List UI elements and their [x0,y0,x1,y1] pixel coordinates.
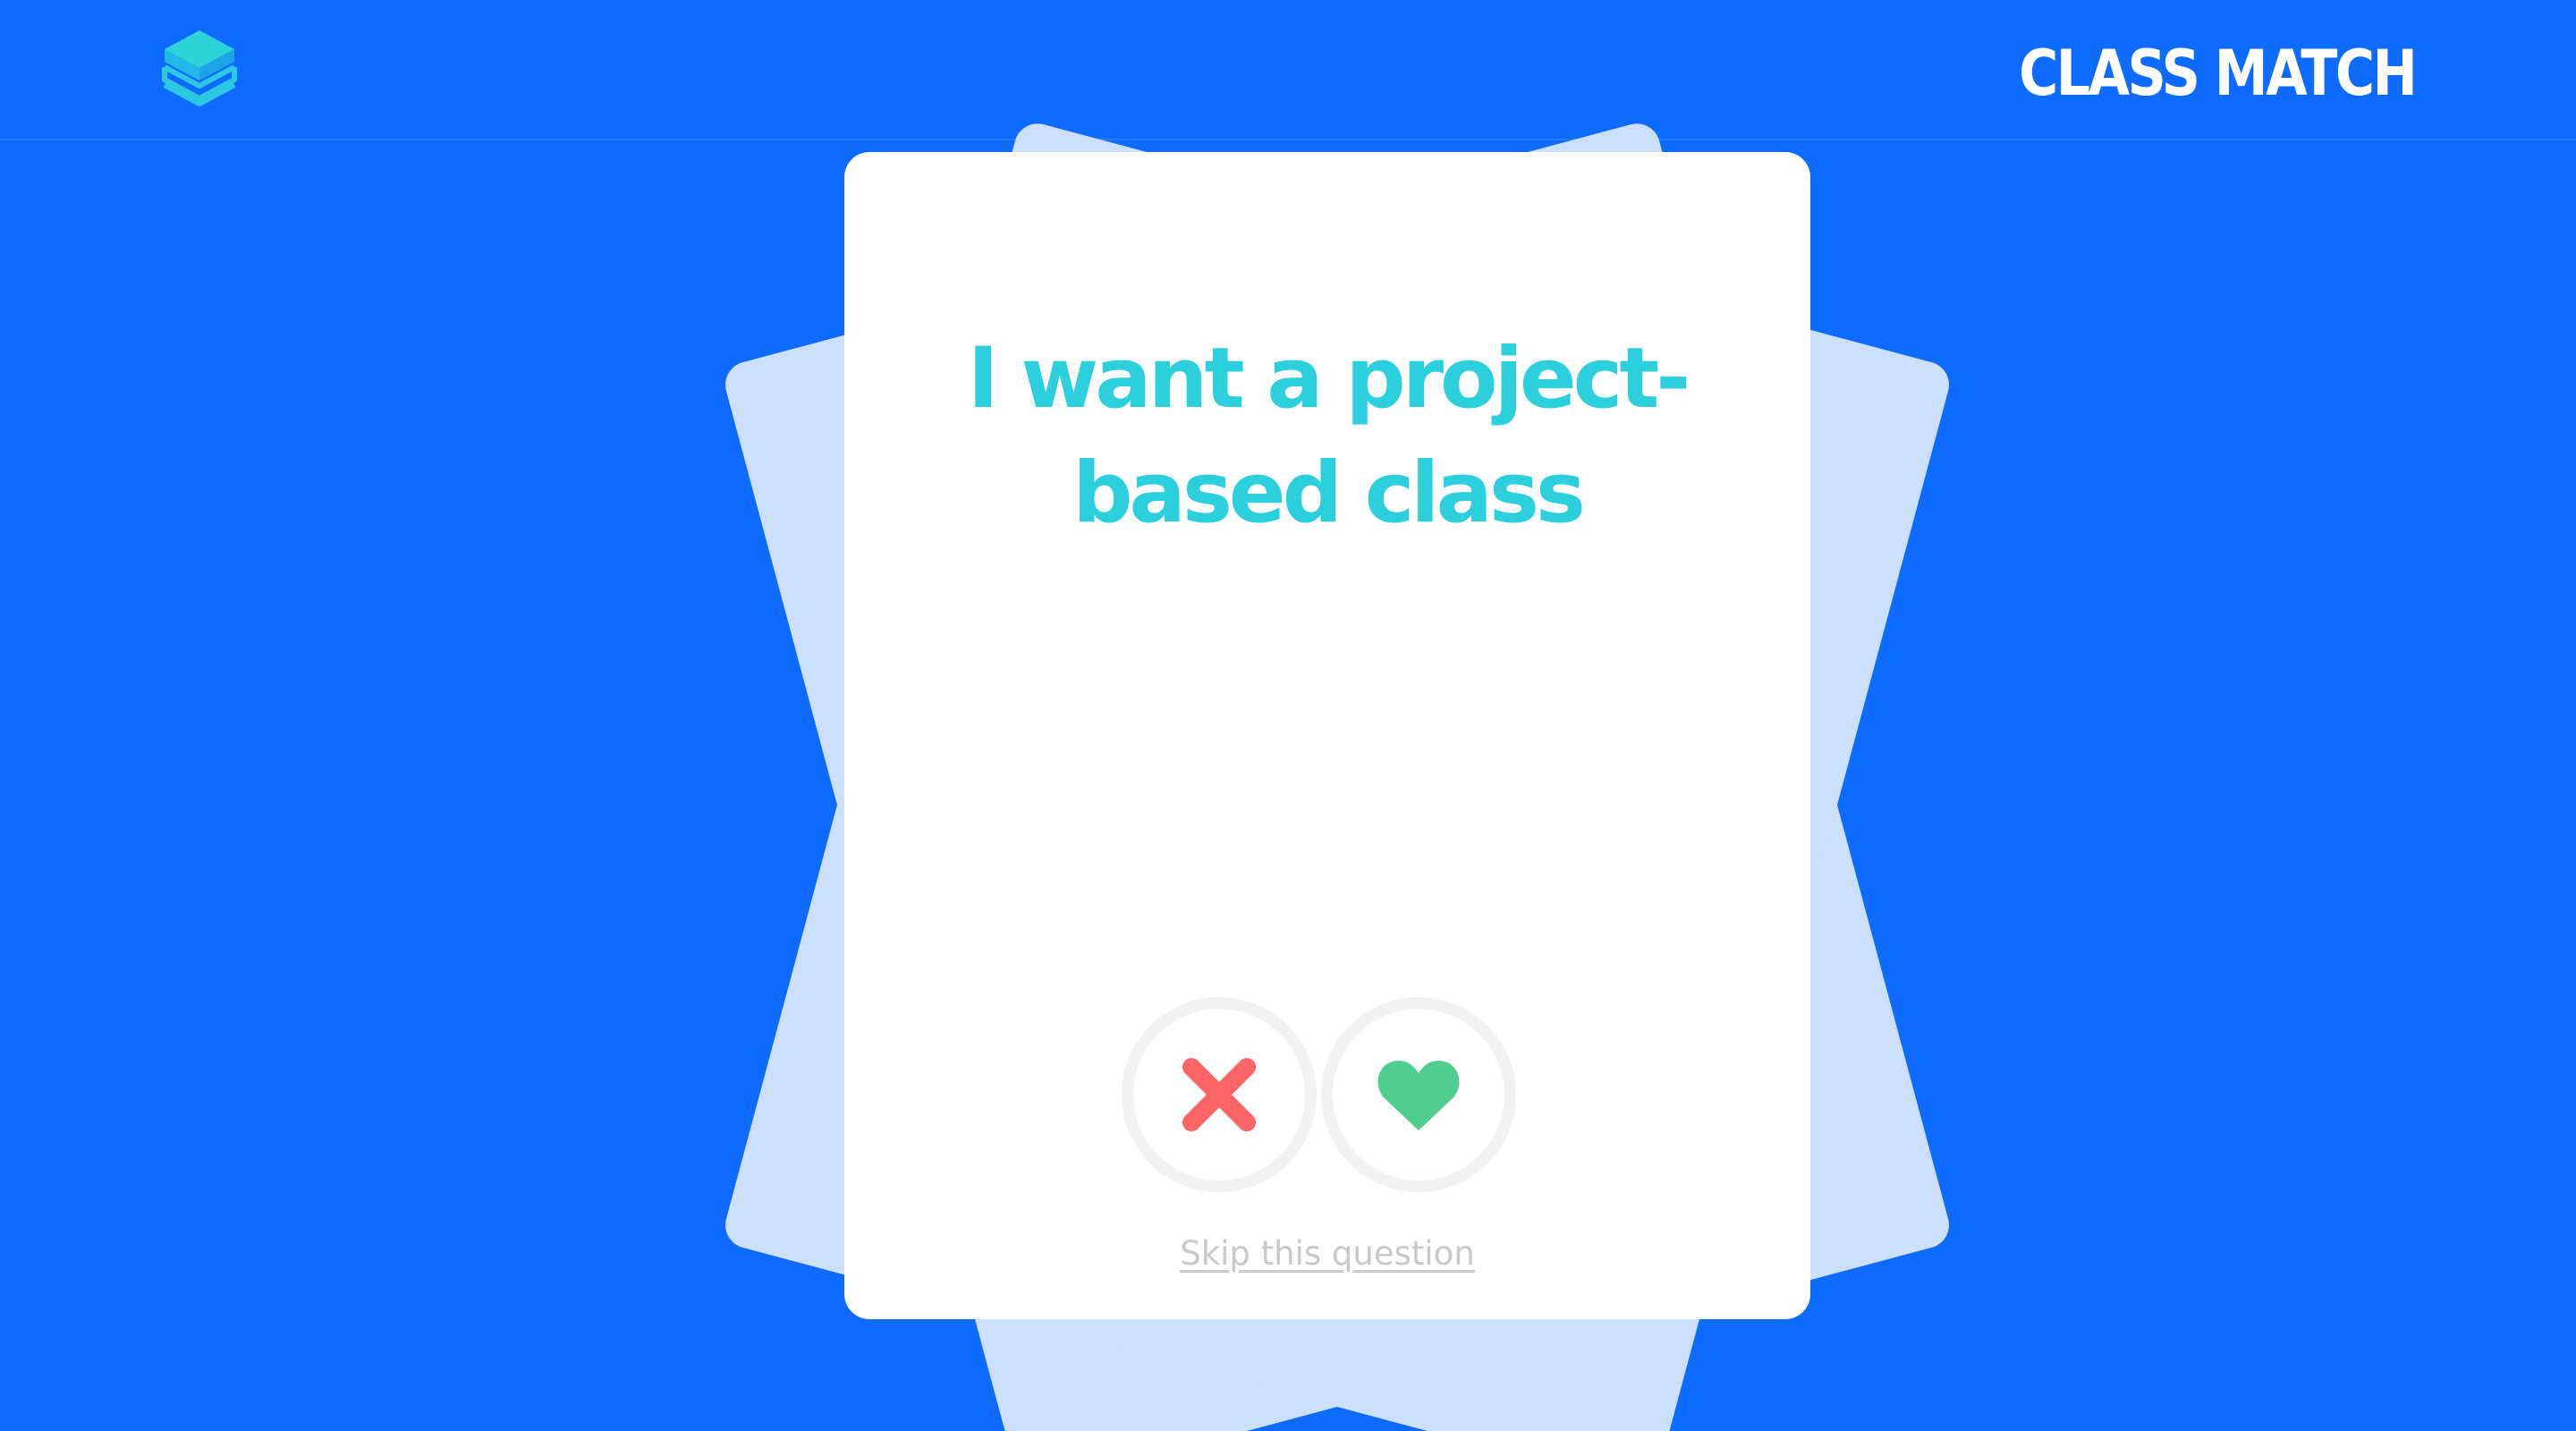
dislike-button[interactable] [1122,997,1317,1192]
stacked-boxes-logo-icon[interactable] [159,27,240,112]
heart-icon [1377,1061,1460,1130]
x-icon [1182,1058,1256,1131]
question-text: I want a project-based class [967,330,1691,542]
brand-title: CLASS MATCH [2018,37,2418,110]
question-card[interactable]: I want a project-based class Skip this q… [844,152,1810,1319]
skip-question-link[interactable]: Skip this question [844,1234,1810,1273]
like-button[interactable] [1321,997,1516,1192]
header: CLASS MATCH [0,0,2576,140]
class-match-app: CLASS MATCH I want a project-based class… [0,0,2576,1431]
